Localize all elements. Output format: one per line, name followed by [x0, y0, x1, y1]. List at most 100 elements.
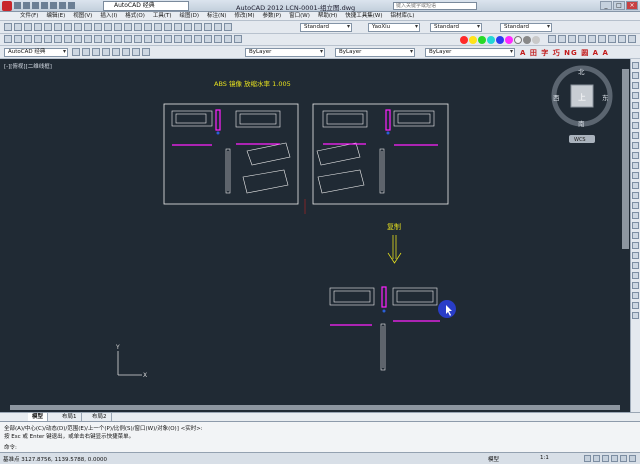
layer-translate-icon[interactable] — [164, 35, 172, 43]
workspace-dropdown[interactable]: AutoCAD 经典 — [103, 1, 189, 11]
markup-icon[interactable] — [204, 23, 212, 31]
blend-icon[interactable] — [632, 212, 639, 219]
new-icon[interactable] — [4, 23, 12, 31]
copy-object-icon[interactable] — [632, 72, 639, 79]
color-green-icon[interactable] — [478, 36, 486, 44]
menu-item[interactable]: 快捷工具集(W) — [345, 12, 382, 20]
zoom-window-icon[interactable] — [144, 23, 152, 31]
color-blue-icon[interactable] — [496, 36, 504, 44]
menu-item[interactable]: 窗口(W) — [289, 12, 310, 20]
layer-state-icon[interactable] — [14, 35, 22, 43]
erase-icon[interactable] — [632, 62, 639, 69]
menu-item[interactable]: 绘图(D) — [180, 12, 200, 20]
dim-edit-icon[interactable] — [632, 312, 639, 319]
layer-iso-icon[interactable] — [84, 35, 92, 43]
quickcalc-icon[interactable] — [214, 23, 222, 31]
lock-icon[interactable] — [44, 35, 52, 43]
menu-item[interactable]: 修改(M) — [234, 12, 254, 20]
grid-icon[interactable] — [593, 455, 600, 462]
stretch-icon[interactable] — [632, 142, 639, 149]
color-more-icon[interactable] — [548, 35, 556, 43]
hatch-icon[interactable] — [588, 35, 596, 43]
layer-unlock-icon[interactable] — [224, 35, 232, 43]
command-prompt[interactable]: 命令: — [4, 443, 17, 451]
lengthen-icon[interactable] — [632, 232, 639, 239]
menu-item[interactable]: 编辑(E) — [46, 12, 65, 20]
rotate-icon[interactable] — [632, 122, 639, 129]
extend-icon[interactable] — [632, 162, 639, 169]
drawing-area[interactable]: [-][俯视][二维线框] ABS 镜像 放缩水率 1.005 复制 Y X 上… — [0, 59, 630, 412]
layer-off-icon[interactable] — [94, 35, 102, 43]
layer-bulb-icon[interactable] — [92, 48, 100, 56]
table-style-dropdown[interactable]: Standard — [430, 23, 482, 32]
layer-delete-icon[interactable] — [154, 35, 162, 43]
pan-icon[interactable] — [124, 23, 132, 31]
minimize-button[interactable]: _ — [600, 1, 612, 10]
layer-lock-small-icon[interactable] — [112, 48, 120, 56]
layer-on-icon[interactable] — [194, 35, 202, 43]
font-tools[interactable]: A 田 字 巧 NG 圆 A A — [520, 48, 609, 58]
menu-item[interactable]: 文件(F) — [20, 12, 38, 20]
vertical-scrollbar[interactable] — [622, 69, 629, 249]
mirror-icon[interactable] — [632, 82, 639, 89]
cut-icon[interactable] — [64, 23, 72, 31]
menu-item[interactable]: 插入(I) — [100, 12, 117, 20]
gradient-icon[interactable] — [598, 35, 606, 43]
layer-swatch-icon[interactable] — [122, 48, 130, 56]
draworder-icon[interactable] — [578, 35, 586, 43]
menu-item[interactable]: 铝材库(L) — [391, 12, 415, 20]
layer-walk-icon[interactable] — [134, 35, 142, 43]
save-as-icon[interactable] — [41, 2, 48, 9]
viewcube-west[interactable]: 西 — [553, 94, 560, 102]
pedit-icon[interactable] — [632, 272, 639, 279]
plot-icon[interactable] — [50, 2, 57, 9]
layer-unisolate-icon[interactable] — [174, 35, 182, 43]
divide-icon[interactable] — [632, 252, 639, 259]
ortho-icon[interactable] — [602, 455, 609, 462]
viewcube-wcs[interactable]: WCS — [574, 137, 586, 143]
color-magenta-icon[interactable] — [505, 36, 513, 44]
layer-prev-icon[interactable] — [142, 48, 150, 56]
text-edit-icon[interactable] — [632, 302, 639, 309]
layer-freeze-icon[interactable] — [104, 35, 112, 43]
array-icon[interactable] — [632, 102, 639, 109]
bylayer-icon[interactable] — [558, 35, 566, 43]
gear-icon[interactable] — [72, 48, 80, 56]
layer-copy-icon[interactable] — [214, 35, 222, 43]
application-menu-button[interactable] — [2, 1, 12, 11]
layer-sun-icon[interactable] — [102, 48, 110, 56]
viewcube[interactable]: 上 北 南 东 西 WCS — [551, 65, 613, 143]
open-icon[interactable] — [14, 23, 22, 31]
lineweight-control-dropdown[interactable]: ByLayer — [425, 48, 515, 57]
scale-icon[interactable] — [632, 132, 639, 139]
viewcube-south[interactable]: 南 — [578, 119, 585, 128]
offset-icon[interactable] — [632, 92, 639, 99]
color-control-dropdown[interactable]: ByLayer — [245, 48, 325, 57]
layer-change-icon[interactable] — [204, 35, 212, 43]
paste-icon[interactable] — [84, 23, 92, 31]
command-line[interactable]: 全部(A)/中心(C)/动态(D)/范围(E)/上一个(P)/比例(S)/窗口(… — [0, 421, 640, 452]
layer-current-icon[interactable] — [132, 48, 140, 56]
new-icon[interactable] — [14, 2, 21, 9]
layer-lock-icon[interactable] — [114, 35, 122, 43]
viewcube-north[interactable]: 北 — [578, 68, 585, 76]
hatch-edit-icon[interactable] — [632, 292, 639, 299]
byblock-icon[interactable] — [568, 35, 576, 43]
model-space-toggle[interactable]: 模型 — [488, 455, 499, 463]
sun-icon[interactable] — [34, 35, 42, 43]
maximize-button[interactable]: □ — [613, 1, 625, 10]
zoom-realtime-icon[interactable] — [134, 23, 142, 31]
join-icon[interactable] — [632, 182, 639, 189]
match-properties-icon[interactable] — [94, 23, 102, 31]
layer-match-icon[interactable] — [124, 35, 132, 43]
measure-icon[interactable] — [632, 262, 639, 269]
explode-icon[interactable] — [632, 222, 639, 229]
layer-settings-icon[interactable] — [234, 35, 242, 43]
preview-icon[interactable] — [44, 23, 52, 31]
menu-item[interactable]: 工具(T) — [153, 12, 172, 20]
save-icon[interactable] — [32, 2, 39, 9]
redo-icon[interactable] — [114, 23, 122, 31]
undo-icon[interactable] — [59, 2, 66, 9]
undo-icon[interactable] — [104, 23, 112, 31]
table-icon[interactable] — [618, 35, 626, 43]
